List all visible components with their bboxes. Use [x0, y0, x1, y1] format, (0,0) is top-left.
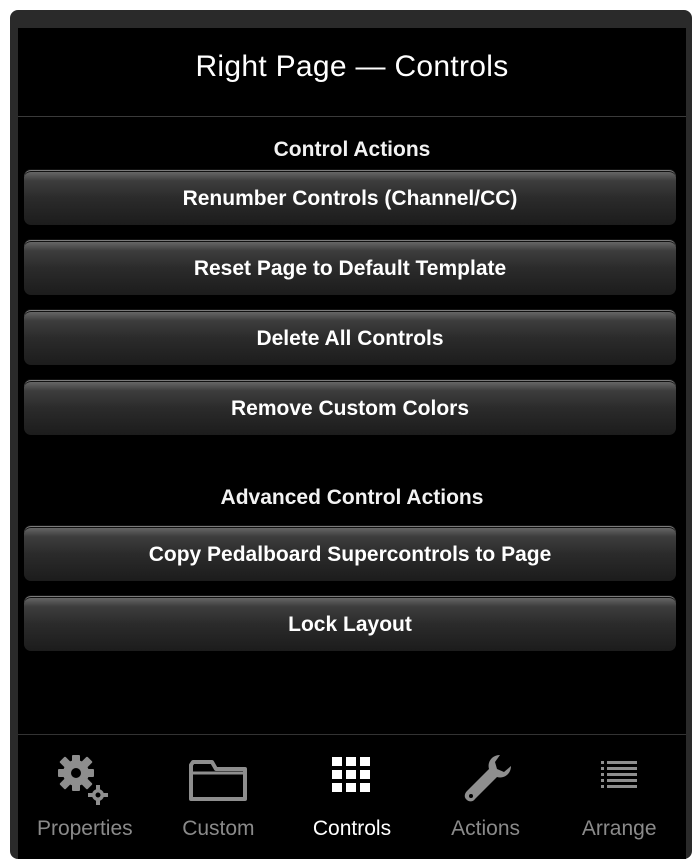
section-heading-control-actions: Control Actions — [273, 138, 431, 161]
tab-label-custom: Custom — [182, 817, 255, 840]
grid-icon — [285, 751, 419, 801]
tab-label-controls: Controls — [312, 817, 392, 840]
tab-actions[interactable]: Actions — [419, 735, 553, 859]
section-heading-advanced-control-actions: Advanced Control Actions — [220, 486, 484, 509]
tab-label-properties: Properties — [36, 817, 133, 840]
copy-pedalboard-supercontrols-button[interactable]: Copy Pedalboard Supercontrols to Page — [24, 526, 676, 581]
wrench-icon — [419, 751, 553, 802]
tab-label-actions: Actions — [451, 817, 521, 840]
folder-icon — [152, 751, 286, 801]
tab-properties[interactable]: Properties — [18, 735, 152, 859]
delete-all-controls-button[interactable]: Delete All Controls — [24, 310, 676, 365]
tab-custom[interactable]: Custom — [152, 735, 286, 859]
remove-custom-colors-button[interactable]: Remove Custom Colors — [24, 380, 676, 435]
list-icon — [552, 751, 686, 801]
tab-bar: Properties Custom Controls Actions Arran… — [18, 735, 686, 859]
tab-controls[interactable]: Controls — [285, 735, 419, 859]
popover-content: Right Page — Controls Control Actions Re… — [18, 28, 686, 859]
tab-arrange[interactable]: Arrange — [552, 735, 686, 859]
title-divider — [18, 116, 686, 117]
lock-layout-button[interactable]: Lock Layout — [24, 596, 676, 651]
gears-icon — [18, 751, 152, 805]
page-title: Right Page — Controls — [195, 50, 509, 83]
reset-page-button[interactable]: Reset Page to Default Template — [24, 240, 676, 295]
popover-panel: Right Page — Controls Control Actions Re… — [10, 10, 692, 859]
renumber-controls-button[interactable]: Renumber Controls (Channel/CC) — [24, 170, 676, 225]
tab-label-arrange: Arrange — [581, 817, 657, 840]
